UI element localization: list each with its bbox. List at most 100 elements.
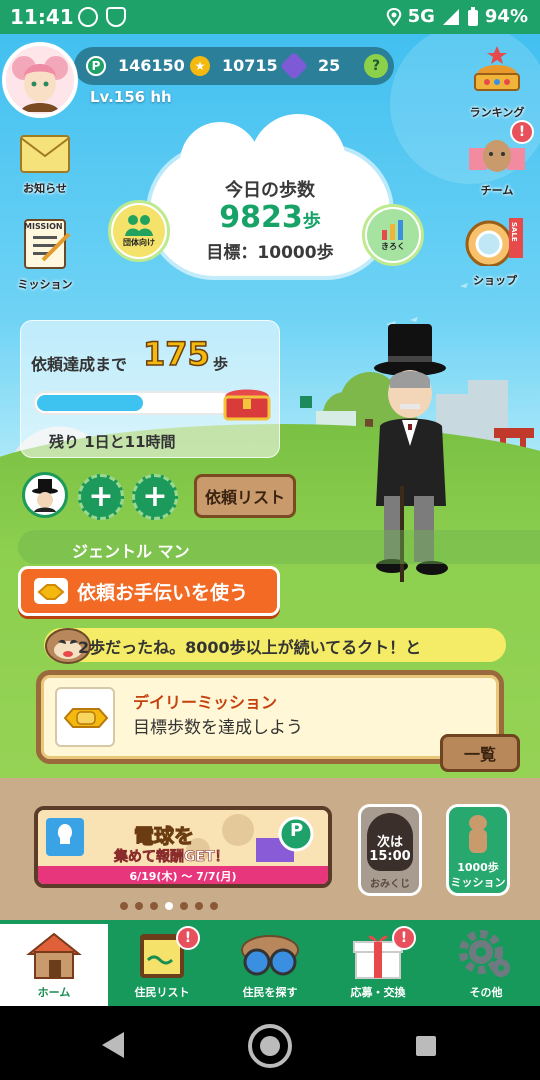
request-label: 依頼達成まで <box>31 355 128 374</box>
helper-slot-add-2[interactable]: + <box>132 474 178 520</box>
plus-icon: + <box>142 479 168 514</box>
shop-button[interactable]: SALE ショップ <box>460 216 530 288</box>
team-label: チーム <box>480 184 514 197</box>
mission-1000-steps: 1000歩 <box>457 861 499 874</box>
bar-chart-icon <box>382 220 403 240</box>
house-icon <box>26 932 82 979</box>
steps-count-row: 9823歩 <box>150 200 390 235</box>
event-banner[interactable]: P 電球を 集めて報酬GET！ 6/19(木) ～ 7/7(月) <box>34 806 332 888</box>
news-label: お知らせ <box>23 182 67 195</box>
gentleman-avatar-icon <box>32 479 58 512</box>
nav-apply-exchange[interactable]: 応募・交換 ! <box>324 920 432 1006</box>
handshake-icon <box>34 578 68 604</box>
request-unit: 歩 <box>213 355 229 373</box>
omikuji-label: おみくじ <box>370 879 410 890</box>
steps-title: 今日の歩数 <box>225 180 315 201</box>
nav-other-label: その他 <box>469 986 503 999</box>
shield-icon <box>106 7 126 27</box>
daily-mission-panel[interactable]: デイリーミッション 目標歩数を達成しよう <box>36 670 504 764</box>
request-list-button[interactable]: 依頼リスト <box>194 474 296 518</box>
banner-date: 6/19(木) ～ 7/7(月) <box>38 866 328 884</box>
request-panel: 依頼達成まで 175 歩 残り 1日と11時間 <box>20 320 280 458</box>
omikuji-time: 15:00 <box>369 849 411 864</box>
home-system-icon[interactable] <box>246 1022 294 1070</box>
request-progress-bar <box>33 391 233 415</box>
carousel-dot[interactable] <box>135 902 143 910</box>
status-bar: 11:41 5G 94% <box>0 0 540 34</box>
record-label: きろく <box>381 242 405 251</box>
use-request-help-button[interactable]: 依頼お手伝いを使う <box>18 566 280 616</box>
nav-resident-list-label: 住民リスト <box>134 986 190 999</box>
nav-apply-exchange-label: 応募・交換 <box>350 986 406 999</box>
group-button-face: 団体向け <box>113 205 165 257</box>
binoculars-icon <box>241 935 299 976</box>
battery-icon <box>467 6 478 26</box>
banner-subtitle: 集めて報酬GET！ <box>114 849 229 866</box>
points-value: 146150 <box>118 56 185 75</box>
treasure-chest-icon[interactable] <box>221 383 273 423</box>
record-button[interactable]: きろく <box>362 204 424 266</box>
shop-label: ショップ <box>473 274 517 287</box>
request-remaining-steps: 175 <box>142 334 210 374</box>
mission-card-text: MISSION <box>24 222 63 231</box>
character-name: ジェントル マン <box>72 542 190 561</box>
status-right: 5G 94% <box>386 6 528 27</box>
daily-mission-title: デイリーミッション <box>133 693 278 712</box>
use-request-help-label: 依頼お手伝いを使う <box>77 581 249 604</box>
daily-mission-icon-frame <box>55 687 115 747</box>
sale-tag: SALE <box>510 222 518 242</box>
help-button[interactable]: ? <box>364 54 388 78</box>
steps-count: 9823 <box>219 200 303 235</box>
status-time: 11:41 <box>10 5 74 29</box>
carousel-dot[interactable] <box>165 902 173 910</box>
nav-home[interactable]: ホーム <box>0 920 108 1006</box>
envelope-icon <box>20 135 70 173</box>
currency-bar: P 146150 ★ 10715 25 ? <box>74 47 394 85</box>
points-icon: P <box>86 56 106 76</box>
signal-icon <box>442 8 459 25</box>
group-icon <box>125 215 153 236</box>
banner-p-mark: P <box>290 820 304 841</box>
nav-other[interactable]: その他 <box>432 920 540 1006</box>
carousel-dot[interactable] <box>180 902 188 910</box>
carousel-dot[interactable] <box>150 902 158 910</box>
plus-icon: + <box>88 479 114 514</box>
daily-mission-list-button[interactable]: 一覧 <box>440 734 520 772</box>
data-saver-icon <box>78 7 98 27</box>
nav-resident-list-badge: ! <box>176 926 200 950</box>
gems-value: 25 <box>318 56 341 75</box>
group-label: 団体向け <box>123 238 155 247</box>
helper-slot-add-1[interactable]: + <box>78 474 124 520</box>
back-icon[interactable] <box>100 1030 126 1060</box>
ranking-button[interactable]: ランキング <box>462 44 532 120</box>
mission-side-button[interactable]: MISSION ミッション <box>10 218 80 292</box>
location-icon <box>386 7 401 26</box>
news-button[interactable]: お知らせ <box>10 134 80 196</box>
team-button[interactable]: チーム ! <box>462 120 534 198</box>
steps-unit: 歩 <box>302 211 321 232</box>
omikuji-button[interactable]: 次は 15:00 おみくじ <box>358 804 422 896</box>
gear-icon <box>459 930 510 977</box>
crown-icon <box>474 46 520 91</box>
group-button[interactable]: 団体向け <box>108 200 170 262</box>
step-counter-cloud: 今日の歩数 9823歩 目標：10000歩 <box>150 114 390 276</box>
carousel-dot[interactable] <box>120 902 128 910</box>
carousel-dot[interactable] <box>210 902 218 910</box>
recents-icon[interactable] <box>414 1034 438 1058</box>
carousel-dot[interactable] <box>195 902 203 910</box>
avatar-image <box>6 46 74 114</box>
nav-resident-list[interactable]: 住民リスト ! <box>108 920 216 1006</box>
helper-slot-gentleman[interactable] <box>22 472 68 518</box>
nav-home-label: ホーム <box>37 986 71 999</box>
nav-find-residents[interactable]: 住民を探す <box>216 920 324 1006</box>
carousel-dots <box>120 902 250 914</box>
mission-1000-steps-button[interactable]: 1000歩 ミッション <box>446 804 510 896</box>
steps-goal: 目標：10000歩 <box>206 243 334 263</box>
mission-side-label: ミッション <box>17 278 73 291</box>
battery-percent: 94% <box>484 6 528 27</box>
gem-icon <box>279 51 309 81</box>
record-button-face: きろく <box>367 209 419 261</box>
omikuji-next: 次は <box>376 835 403 850</box>
player-avatar[interactable] <box>2 42 78 118</box>
request-time-remaining: 残り 1日と11時間 <box>49 433 176 451</box>
